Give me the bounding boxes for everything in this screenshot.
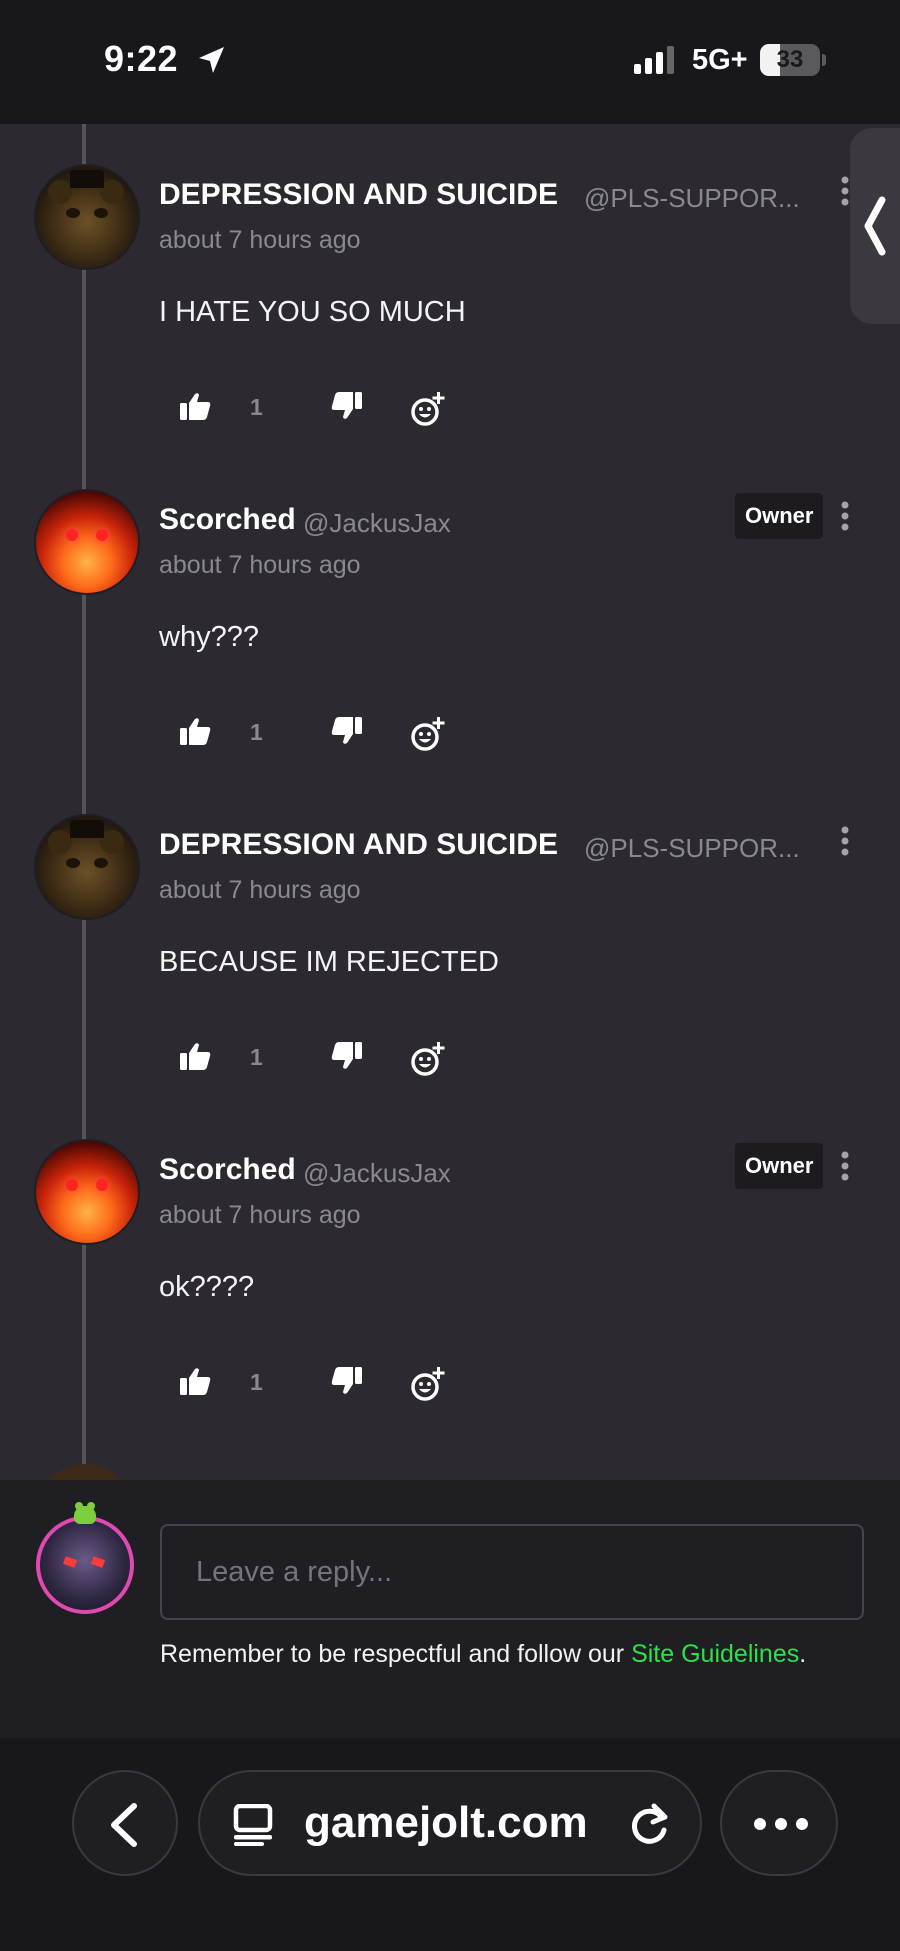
like-count: 1 (250, 394, 263, 420)
more-vertical-icon[interactable] (838, 1151, 852, 1186)
thumbs-up-icon[interactable] (180, 392, 212, 425)
avatar-detail (96, 529, 108, 541)
add-reaction-icon[interactable] (410, 1042, 446, 1083)
thumbs-down-icon[interactable] (330, 717, 362, 750)
site-guidelines-link[interactable]: Site Guidelines (631, 1640, 799, 1668)
avatar-detail (90, 1556, 106, 1568)
comment-handle[interactable]: @JackusJax (303, 508, 451, 539)
owner-badge: Owner (735, 1143, 824, 1189)
comment-thread[interactable]: DEPRESSION AND SUICIDE @PLS-SUPPOR... ab… (0, 124, 900, 1480)
guidelines-text: Remember to be respectful and follow our (160, 1640, 632, 1668)
status-time: 9:22 (104, 38, 179, 79)
thumbs-down-icon[interactable] (330, 1367, 362, 1400)
avatar-detail (70, 170, 104, 188)
thumbs-down-icon[interactable] (330, 392, 362, 425)
battery-tip (822, 54, 826, 66)
comment-author[interactable]: Scorched (159, 1153, 296, 1187)
avatar-detail (66, 1179, 78, 1191)
back-button[interactable] (72, 1770, 178, 1876)
add-reaction-icon[interactable] (410, 1367, 446, 1408)
status-bar: 9:22 5G+ 33 (0, 0, 900, 124)
comment-item: Scorched @JackusJax about 7 hours ago ok… (0, 1099, 900, 1424)
avatar-detail (48, 830, 72, 854)
comment-body: ok???? (159, 1271, 255, 1303)
comment-author[interactable]: DEPRESSION AND SUICIDE (159, 178, 558, 212)
comment-body: BECAUSE IM REJECTED (159, 946, 499, 978)
add-reaction-icon[interactable] (410, 392, 446, 433)
avatar-detail (96, 1179, 108, 1191)
guidelines-notice: Remember to be respectful and follow our… (160, 1640, 806, 1669)
avatar-detail (48, 180, 72, 204)
cellular-signal-icon (634, 46, 678, 79)
more-horizontal-icon (754, 1818, 808, 1830)
battery-level: 33 (776, 46, 804, 73)
frog-badge-icon (74, 1502, 96, 1524)
battery-icon: 33 (760, 44, 820, 76)
thumbs-up-icon[interactable] (180, 1367, 212, 1400)
comment-body: I HATE YOU SO MUCH (159, 296, 466, 328)
thumbs-up-icon[interactable] (180, 1042, 212, 1075)
like-count: 1 (250, 1044, 263, 1070)
more-vertical-icon[interactable] (838, 501, 852, 536)
user-avatar[interactable] (34, 814, 140, 920)
comment-handle[interactable]: @JackusJax (303, 1158, 451, 1189)
reply-composer: Remember to be respectful and follow our… (0, 1480, 900, 1738)
avatar-detail (66, 858, 80, 868)
reload-icon[interactable] (628, 1802, 672, 1848)
comment-time[interactable]: about 7 hours ago (159, 226, 361, 255)
thumbs-up-icon[interactable] (180, 717, 212, 750)
avatar-detail (62, 1556, 78, 1568)
like-count: 1 (250, 1369, 263, 1395)
more-vertical-icon[interactable] (838, 826, 852, 861)
avatar-detail (70, 820, 104, 838)
user-avatar[interactable] (34, 489, 140, 595)
comment-author[interactable]: DEPRESSION AND SUICIDE (159, 828, 558, 862)
comment-time[interactable]: about 7 hours ago (159, 1201, 361, 1230)
user-avatar[interactable] (34, 1139, 140, 1245)
comment-author[interactable]: Scorched (159, 503, 296, 537)
location-arrow-icon (196, 44, 228, 81)
comment-body: why??? (159, 621, 259, 653)
chevron-left-icon (864, 196, 886, 256)
avatar-detail (94, 208, 108, 218)
guidelines-end: . (799, 1640, 807, 1668)
url-text[interactable]: gamejolt.com (304, 1798, 588, 1848)
comment-time[interactable]: about 7 hours ago (159, 551, 361, 580)
comment-item: Scorched @JackusJax about 7 hours ago wh… (0, 449, 900, 774)
comment-handle[interactable]: @PLS-SUPPOR... (584, 833, 800, 864)
owner-badge: Owner (735, 493, 824, 539)
user-avatar[interactable] (34, 1464, 136, 1480)
network-type: 5G+ (692, 44, 748, 76)
reply-input[interactable] (160, 1524, 864, 1620)
page-menu-icon[interactable] (232, 1804, 274, 1846)
avatar-detail (66, 208, 80, 218)
comment-item: DEPRESSION AND SUICIDE @PLS-SUPPOR... ab… (0, 774, 900, 1099)
thumbs-down-icon[interactable] (330, 1042, 362, 1075)
comment-item: DEPRESSION AND SUICIDE @PLS-SUPPOR... ab… (0, 124, 900, 449)
address-bar[interactable]: gamejolt.com (198, 1770, 702, 1876)
current-user-avatar[interactable] (36, 1516, 134, 1614)
add-reaction-icon[interactable] (410, 717, 446, 758)
browser-toolbar: gamejolt.com (0, 1738, 900, 1951)
user-avatar[interactable] (34, 164, 140, 270)
chevron-left-icon (111, 1803, 137, 1847)
comment-handle[interactable]: @PLS-SUPPOR... (584, 183, 800, 214)
comment-time[interactable]: about 7 hours ago (159, 876, 361, 905)
side-panel-toggle[interactable] (850, 128, 900, 324)
avatar-detail (94, 858, 108, 868)
like-count: 1 (250, 719, 263, 745)
more-options-button[interactable] (720, 1770, 838, 1876)
avatar-detail (66, 529, 78, 541)
